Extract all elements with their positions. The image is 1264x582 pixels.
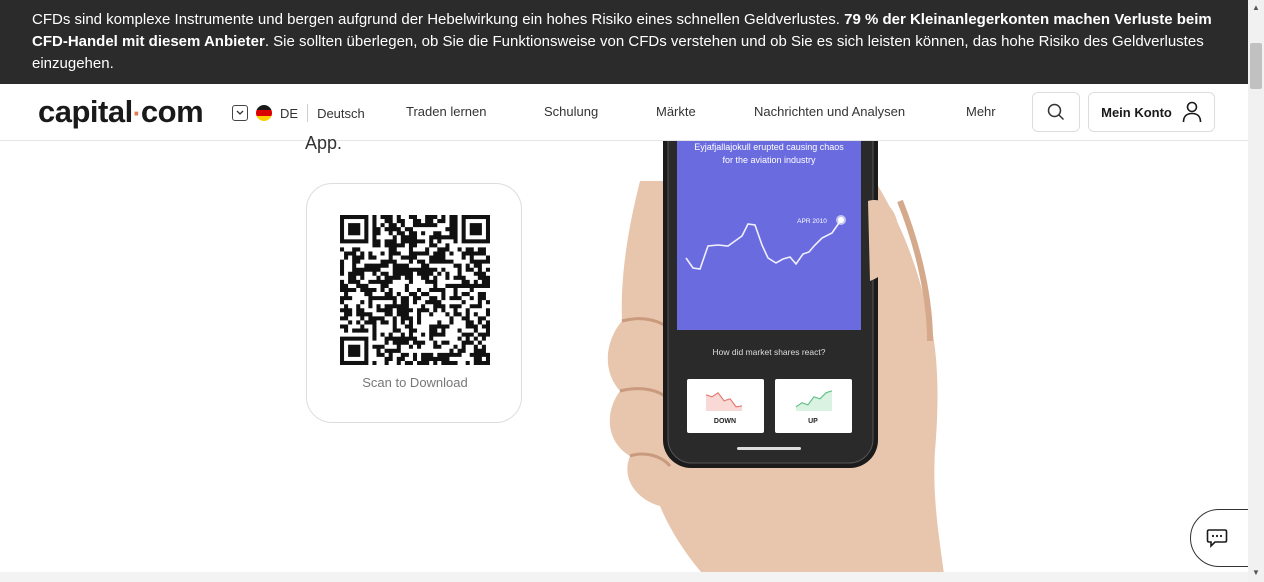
qr-finder-pattern (340, 336, 369, 365)
phone-headline-1: Eyjafjallajokull erupted causing chaos (694, 142, 844, 152)
logo-text-right: com (140, 94, 204, 129)
account-label: Mein Konto (1101, 104, 1172, 120)
nav-schulung[interactable]: Schulung (544, 104, 598, 119)
page-scrollbar[interactable]: ▲ ▼ (1248, 0, 1264, 582)
nav-traden-lernen[interactable]: Traden lernen (406, 104, 486, 119)
phone-in-hand-image: Eyjafjallajokull erupted causing chaos f… (607, 141, 945, 582)
risk-warning-banner: CFDs sind komplexe Instrumente und berge… (0, 0, 1248, 84)
scroll-up-arrow[interactable]: ▲ (1252, 3, 1260, 12)
qr-download-card: Scan to Download (306, 183, 522, 423)
nav-mehr[interactable]: Mehr (966, 104, 996, 119)
scroll-down-arrow[interactable]: ▼ (1252, 568, 1260, 577)
qr-code[interactable] (340, 215, 490, 365)
chat-icon (1206, 529, 1228, 548)
my-account-button[interactable]: Mein Konto (1088, 92, 1215, 132)
site-header: capital·com DE Deutsch Traden lernen Sch… (0, 84, 1248, 141)
logo-dot: · (132, 98, 142, 128)
app-text: App. (305, 133, 343, 153)
language-divider (307, 104, 309, 122)
german-flag-icon (256, 105, 272, 121)
logo-text-left: capital (38, 94, 133, 129)
nav-maerkte[interactable]: Märkte (656, 104, 696, 119)
qr-caption: Scan to Download (362, 375, 468, 390)
chat-button[interactable] (1190, 509, 1250, 567)
qr-finder-pattern (461, 215, 490, 244)
section-divider (0, 572, 1248, 582)
search-button[interactable] (1032, 92, 1080, 132)
risk-text: CFDs sind komplexe Instrumente und berge… (32, 11, 845, 28)
capital-com-logo[interactable]: capital·com (38, 94, 204, 130)
phone-chart-tag: APR 2010 (797, 218, 827, 225)
language-selector[interactable]: DE Deutsch (232, 104, 365, 122)
qr-finder-pattern (340, 215, 369, 244)
phone-down-label: DOWN (714, 418, 736, 425)
phone-headline-2: for the aviation industry (722, 155, 816, 165)
language-code: DE (280, 105, 299, 121)
phone-up-label: UP (808, 418, 818, 425)
chevron-down-icon[interactable] (232, 105, 248, 121)
scrollbar-thumb[interactable] (1250, 43, 1262, 89)
user-icon (1182, 101, 1202, 123)
search-icon (1047, 103, 1065, 121)
phone-question: How did market shares react? (713, 347, 826, 357)
language-name[interactable]: Deutsch (317, 106, 365, 121)
nav-nachrichten-und-analysen[interactable]: Nachrichten und Analysen (754, 104, 905, 119)
